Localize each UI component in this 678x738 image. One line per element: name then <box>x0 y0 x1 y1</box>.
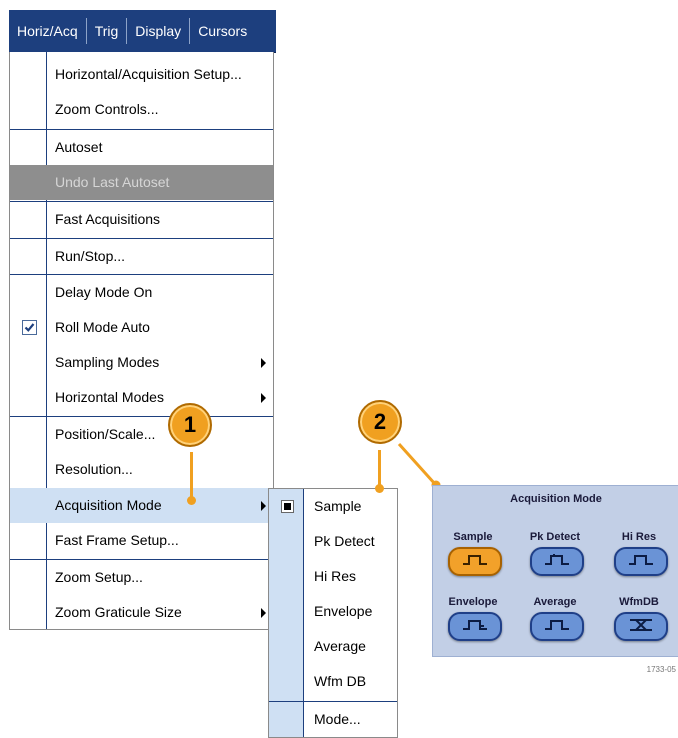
menu-item-fast-frame[interactable]: Fast Frame Setup... <box>10 523 273 558</box>
menu-item-label: Acquisition Mode <box>55 497 162 513</box>
acq-button-label: Hi Res <box>621 531 657 543</box>
menu-item-label: Horizontal Modes <box>55 389 164 405</box>
submenu-item-label: Pk Detect <box>314 533 375 549</box>
submenu-item-label: Average <box>314 638 366 654</box>
menu-item-zoom-setup[interactable]: Zoom Setup... <box>10 560 273 595</box>
acq-button-label: Sample <box>453 531 493 543</box>
average-waveform-icon <box>530 612 584 641</box>
acq-button-label: Envelope <box>448 596 498 608</box>
submenu-arrow-icon <box>261 393 266 403</box>
acq-button-hi-res[interactable]: Hi Res <box>607 531 671 581</box>
menu-item-label: Undo Last Autoset <box>55 174 170 190</box>
submenu-arrow-icon <box>261 501 266 511</box>
hi-res-waveform-icon <box>614 547 668 576</box>
acq-button-pk-detect[interactable]: Pk Detect <box>523 531 587 581</box>
envelope-waveform-icon <box>448 612 502 641</box>
acq-button-label: Pk Detect <box>529 531 581 543</box>
figure-id: 1733-05 <box>646 665 676 674</box>
menubar: Horiz/Acq Trig Display Cursors <box>9 10 276 53</box>
submenu-item-label: Envelope <box>314 603 373 619</box>
sample-waveform-icon <box>448 547 502 576</box>
menu-item-acquisition-mode[interactable]: Acquisition Mode <box>10 488 273 523</box>
horiz-acq-dropdown: Horizontal/Acquisition Setup... Zoom Con… <box>9 52 274 630</box>
menu-item-label: Sampling Modes <box>55 354 160 370</box>
menu-item-label: Run/Stop... <box>55 248 126 264</box>
menu-cursors[interactable]: Cursors <box>190 18 255 44</box>
submenu-item-label: Mode... <box>314 711 361 727</box>
menu-item-run-stop[interactable]: Run/Stop... <box>10 239 273 274</box>
submenu-item-label: Wfm DB <box>314 673 367 689</box>
menu-item-label: Position/Scale... <box>55 426 156 442</box>
selected-bullet-icon <box>281 500 294 513</box>
submenu-item-label: Sample <box>314 498 362 514</box>
menu-item-label: Roll Mode Auto <box>55 319 150 335</box>
callout-2-panel-leader <box>397 442 441 490</box>
acq-button-label: WfmDB <box>619 596 659 608</box>
callout-2-badge: 2 <box>358 400 402 444</box>
menu-display[interactable]: Display <box>127 18 189 44</box>
menu-item-resolution[interactable]: Resolution... <box>10 452 273 487</box>
acquisition-mode-submenu: Sample Pk Detect Hi Res Envelope Average… <box>268 488 398 738</box>
acquisition-mode-panel: Acquisition Mode Sample Pk Detect Hi Res… <box>432 485 678 657</box>
submenu-item-average[interactable]: Average <box>269 629 397 664</box>
menu-item-undo-autoset: Undo Last Autoset <box>10 165 273 200</box>
menu-item-zoom-graticule[interactable]: Zoom Graticule Size <box>10 595 273 630</box>
callout-2-leader <box>378 450 381 488</box>
checkmark-icon <box>22 320 37 335</box>
acq-button-wfmdb[interactable]: WfmDB <box>607 596 671 646</box>
callout-1-leader <box>190 452 193 500</box>
menu-item-fast-acquisitions[interactable]: Fast Acquisitions <box>10 202 273 237</box>
menu-item-label: Horizontal/Acquisition Setup... <box>55 66 242 82</box>
submenu-item-label: Hi Res <box>314 568 357 584</box>
menu-item-label: Zoom Setup... <box>55 569 143 585</box>
menu-item-horizontal-modes[interactable]: Horizontal Modes <box>10 380 273 415</box>
callout-1-badge: 1 <box>168 403 212 447</box>
menu-horiz-acq[interactable]: Horiz/Acq <box>9 18 86 44</box>
acq-button-label: Average <box>533 596 577 608</box>
menu-item-label: Delay Mode On <box>55 284 153 300</box>
callout-2-dot <box>375 484 384 493</box>
panel-title: Acquisition Mode <box>510 493 602 505</box>
pk-detect-waveform-icon <box>530 547 584 576</box>
menu-trig[interactable]: Trig <box>87 18 127 44</box>
menu-item-label: Fast Frame Setup... <box>55 532 179 548</box>
submenu-item-mode[interactable]: Mode... <box>269 702 397 737</box>
submenu-item-wfm-db[interactable]: Wfm DB <box>269 664 397 699</box>
menu-item-position-scale[interactable]: Position/Scale... <box>10 417 273 452</box>
acq-button-sample[interactable]: Sample <box>441 531 505 581</box>
menu-item-zoom-controls[interactable]: Zoom Controls... <box>10 92 273 127</box>
wfmdb-waveform-icon <box>614 612 668 641</box>
submenu-item-envelope[interactable]: Envelope <box>269 594 397 629</box>
menu-item-sampling-modes[interactable]: Sampling Modes <box>10 345 273 380</box>
callout-1-dot <box>187 496 196 505</box>
submenu-arrow-icon <box>261 608 266 618</box>
menu-item-label: Zoom Graticule Size <box>55 604 182 620</box>
submenu-item-pk-detect[interactable]: Pk Detect <box>269 524 397 559</box>
submenu-item-hi-res[interactable]: Hi Res <box>269 559 397 594</box>
acq-button-average[interactable]: Average <box>523 596 587 646</box>
submenu-arrow-icon <box>261 358 266 368</box>
menu-item-delay-mode[interactable]: Delay Mode On <box>10 275 273 310</box>
menu-item-horizontal-setup[interactable]: Horizontal/Acquisition Setup... <box>10 57 273 92</box>
menu-item-label: Autoset <box>55 139 103 155</box>
menu-item-label: Fast Acquisitions <box>55 211 161 227</box>
submenu-item-sample[interactable]: Sample <box>269 489 397 524</box>
menu-item-label: Zoom Controls... <box>55 101 159 117</box>
menu-item-autoset[interactable]: Autoset <box>10 130 273 165</box>
acq-button-envelope[interactable]: Envelope <box>441 596 505 646</box>
menu-item-label: Resolution... <box>55 461 133 477</box>
menu-item-roll-mode[interactable]: Roll Mode Auto <box>10 310 273 345</box>
